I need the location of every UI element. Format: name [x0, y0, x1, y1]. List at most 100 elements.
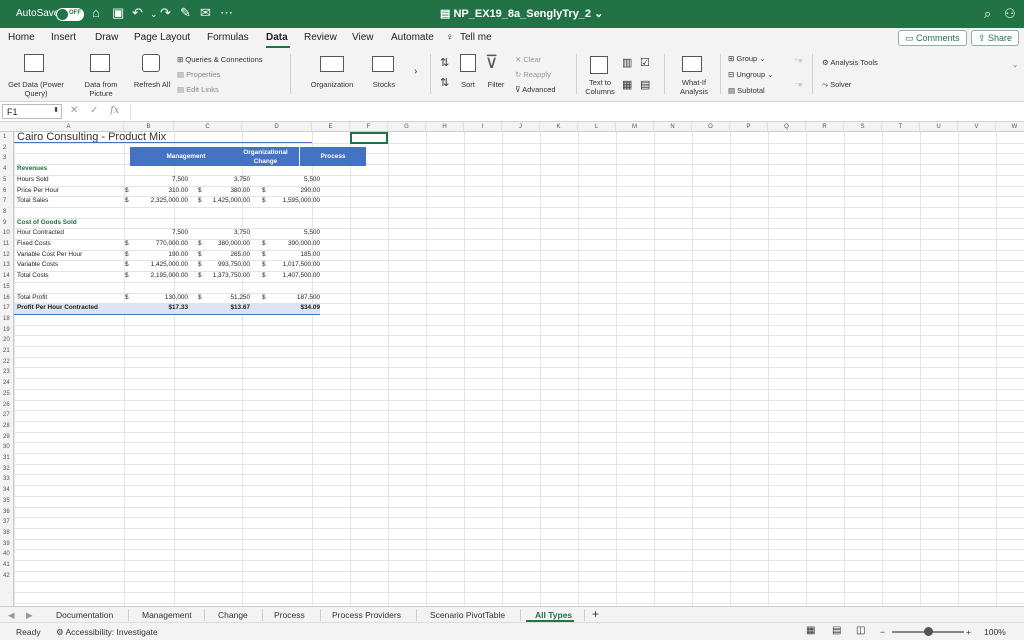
tab-insert[interactable]: Insert [51, 32, 76, 43]
value-cell[interactable]: $17.33 [118, 303, 188, 314]
stocks-icon[interactable] [372, 56, 394, 72]
row-header[interactable]: 18 [0, 314, 14, 325]
value-cell[interactable]: 187,500 [250, 293, 320, 304]
row-label[interactable]: Total Costs [17, 271, 49, 282]
row-header[interactable]: 15 [0, 282, 14, 293]
organization-button[interactable]: Organization [302, 80, 362, 89]
row-header[interactable]: 13 [0, 260, 14, 271]
row-header[interactable]: 4 [0, 164, 14, 175]
filter-icon[interactable]: ⊽ [485, 52, 498, 73]
row-header[interactable]: 22 [0, 357, 14, 368]
value-cell[interactable]: 3,750 [180, 228, 250, 239]
row-label[interactable]: Hour Contracted [17, 228, 64, 239]
search-icon[interactable]: ⌕ [984, 6, 991, 22]
edit-links-button[interactable]: ▤ Edit Links [177, 85, 219, 94]
column-header[interactable]: I [464, 122, 502, 132]
name-box-dropdown-icon[interactable]: ⬍ [53, 106, 59, 114]
hide-detail-icon[interactable]: ⁻≡ [794, 80, 802, 89]
row-header[interactable]: 34 [0, 485, 14, 496]
remove-duplicates-icon[interactable]: ▥ [622, 56, 632, 69]
tab-automate[interactable]: Automate [391, 32, 434, 43]
zoom-level[interactable]: 100% [984, 627, 1006, 637]
home-icon[interactable]: ⌂ [92, 5, 100, 20]
row-header[interactable]: 16 [0, 293, 14, 304]
column-header[interactable]: V [958, 122, 996, 132]
organization-icon[interactable] [320, 56, 344, 72]
format-painter-icon[interactable]: ✎ [180, 5, 191, 21]
row-header[interactable]: 42 [0, 571, 14, 582]
cancel-icon[interactable]: ✕ [70, 105, 78, 116]
sheet-tab-scenario-pivottable[interactable]: Scenario PivotTable [430, 610, 505, 620]
column-header[interactable]: E [312, 122, 350, 132]
value-cell[interactable]: 2,325,000.00 [118, 196, 188, 207]
column-header[interactable]: T [882, 122, 920, 132]
sheet-tab-process[interactable]: Process [274, 610, 305, 620]
tab-data[interactable]: Data [266, 32, 288, 43]
clear-button[interactable]: ✕ Clear [515, 55, 541, 64]
tab-home[interactable]: Home [8, 32, 35, 43]
name-box[interactable]: F1 ⬍ [2, 104, 62, 119]
zoom-out-icon[interactable]: − [880, 627, 885, 637]
formula-input[interactable] [130, 105, 1010, 119]
add-sheet-button[interactable]: + [592, 607, 599, 621]
value-cell[interactable]: 265.00 [180, 250, 250, 261]
subtotal-button[interactable]: ▤ Subtotal [728, 86, 765, 95]
column-header[interactable]: M [616, 122, 654, 132]
column-header[interactable]: S [844, 122, 882, 132]
value-cell[interactable]: 1,425,000.00 [180, 196, 250, 207]
column-header[interactable]: O [692, 122, 730, 132]
row-header[interactable]: 36 [0, 507, 14, 518]
value-cell[interactable]: 130,000 [118, 293, 188, 304]
get-data-icon[interactable] [24, 54, 44, 72]
cost-of-goods-label[interactable]: Cost of Goods Sold [17, 218, 77, 229]
accessibility-status[interactable]: ⚙ Accessibility: Investigate [56, 627, 158, 638]
row-header[interactable]: 28 [0, 421, 14, 432]
column-header[interactable]: W [996, 122, 1024, 132]
comments-button[interactable]: ▭ Comments [898, 30, 967, 46]
row-header[interactable]: 32 [0, 464, 14, 475]
column-header[interactable]: K [540, 122, 578, 132]
row-header[interactable]: 39 [0, 539, 14, 550]
value-cell[interactable]: 1,595,000.00 [250, 196, 320, 207]
solver-button[interactable]: ⤳ Solver [822, 80, 851, 90]
column-header-management[interactable]: Management [130, 146, 242, 167]
value-cell[interactable]: 310.00 [118, 186, 188, 197]
value-cell[interactable]: 1,017,500.00 [250, 260, 320, 271]
row-header[interactable]: 25 [0, 389, 14, 400]
row-header[interactable]: 23 [0, 367, 14, 378]
sort-icon[interactable] [460, 54, 476, 72]
row-header[interactable]: 33 [0, 474, 14, 485]
value-cell[interactable]: 770,000.00 [118, 239, 188, 250]
row-header[interactable]: 8 [0, 207, 14, 218]
share-button[interactable]: ⇪ Share [971, 30, 1020, 46]
text-to-columns-icon[interactable] [590, 56, 608, 74]
tab-view[interactable]: View [352, 32, 374, 43]
data-validation-icon[interactable]: ☑ [640, 56, 650, 69]
row-label[interactable]: Total Profit [17, 293, 47, 304]
row-header[interactable]: 21 [0, 346, 14, 357]
column-header[interactable]: Q [768, 122, 806, 132]
row-header[interactable]: 29 [0, 432, 14, 443]
page-break-view-icon[interactable]: ◫ [856, 625, 865, 636]
sheet-tab-change[interactable]: Change [218, 610, 248, 620]
row-header[interactable]: 3 [0, 153, 14, 164]
consolidate-icon[interactable]: ▤ [640, 78, 650, 91]
row-header[interactable]: 30 [0, 442, 14, 453]
value-cell[interactable]: 290.00 [250, 186, 320, 197]
reapply-button[interactable]: ↻ Reapply [515, 70, 551, 79]
value-cell[interactable]: 1,425,000.00 [118, 260, 188, 271]
properties-button[interactable]: ▤ Properties [177, 70, 220, 79]
autosave-toggle[interactable]: OFF [56, 8, 84, 21]
row-header[interactable]: 41 [0, 560, 14, 571]
tab-draw[interactable]: Draw [95, 32, 118, 43]
column-header[interactable]: D [242, 122, 312, 132]
row-header[interactable]: 31 [0, 453, 14, 464]
stocks-button[interactable]: Stocks [364, 80, 404, 89]
enter-icon[interactable]: ✓ [90, 105, 98, 116]
data-from-picture-icon[interactable] [90, 54, 110, 72]
column-header[interactable]: U [920, 122, 958, 132]
row-header[interactable]: 6 [0, 186, 14, 197]
account-icon[interactable]: ⚇ [1004, 6, 1016, 22]
row-header[interactable]: 19 [0, 325, 14, 336]
value-cell[interactable]: 3,750 [180, 175, 250, 186]
